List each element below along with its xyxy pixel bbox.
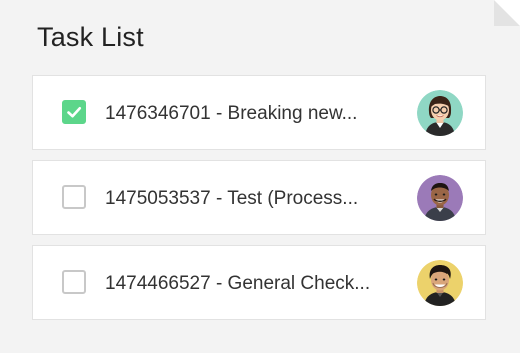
task-list-panel: Task List 1476346701 - Breaking new... 1… (0, 0, 520, 353)
task-label: 1474466527 - General Check... (105, 273, 371, 294)
man-dark-hair-avatar-icon (417, 260, 463, 306)
page-title: Task List (37, 22, 144, 52)
task-checkbox[interactable] (62, 100, 86, 124)
checkmark-icon (67, 106, 82, 118)
woman-glasses-avatar-icon (417, 90, 463, 136)
task-label: 1476346701 - Breaking new... (105, 103, 358, 124)
task-list: 1476346701 - Breaking new... 1475053537 … (32, 75, 486, 330)
task-row[interactable]: 1475053537 - Test (Process... (32, 160, 486, 235)
man-smiling-avatar-icon (417, 175, 463, 221)
page-fold-corner (494, 0, 520, 26)
task-row[interactable]: 1476346701 - Breaking new... (32, 75, 486, 150)
task-checkbox[interactable] (62, 270, 86, 294)
task-row[interactable]: 1474466527 - General Check... (32, 245, 486, 320)
task-checkbox[interactable] (62, 185, 86, 209)
task-label: 1475053537 - Test (Process... (105, 188, 359, 209)
